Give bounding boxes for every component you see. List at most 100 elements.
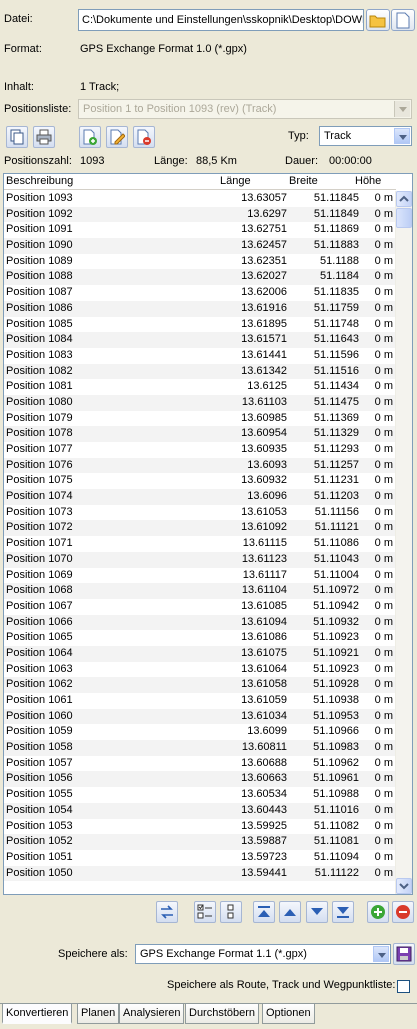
scroll-thumb[interactable] [396, 208, 412, 228]
column-header-latitude[interactable]: Breite [289, 175, 318, 187]
table-row[interactable]: Position 1068 13.61104 51.10972 0 m [4, 583, 396, 599]
positions-table[interactable]: Beschreibung Länge Breite Höhe Position … [3, 173, 413, 895]
scroll-up-button[interactable] [396, 191, 412, 207]
move-bottom-button[interactable] [332, 901, 354, 923]
vertical-scrollbar[interactable] [395, 191, 412, 894]
file-path-input[interactable]: C:\Dokumente und Einstellungen\sskopnik\… [78, 9, 364, 31]
table-row[interactable]: Position 1073 13.61053 51.11156 0 m [4, 505, 396, 521]
table-row[interactable]: Position 1056 13.60663 51.10961 0 m [4, 771, 396, 788]
table-row[interactable]: Position 1065 13.61086 51.10923 0 m [4, 630, 396, 646]
copy-button[interactable] [6, 126, 28, 148]
table-row[interactable]: Position 1075 13.60932 51.11231 0 m [4, 473, 396, 489]
table-row[interactable]: Position 1072 13.61092 51.11121 0 m [4, 520, 396, 537]
cell-latitude: 51.11203 [313, 490, 359, 503]
edit-position-button[interactable] [106, 126, 128, 148]
table-row[interactable]: Position 1059 13.6099 51.10966 0 m [4, 724, 396, 740]
save-option-checkbox[interactable] [397, 980, 410, 993]
table-row[interactable]: Position 1083 13.61441 51.11596 0 m [4, 348, 396, 364]
table-row[interactable]: Position 1069 13.61117 51.11004 0 m [4, 568, 396, 584]
column-header-longitude[interactable]: Länge [220, 175, 251, 187]
table-row[interactable]: Position 1086 13.61916 51.11759 0 m [4, 300, 396, 317]
print-button[interactable] [33, 126, 55, 148]
cell-altitude: 0 m [374, 505, 393, 518]
tab-optionen[interactable]: Optionen [262, 1004, 315, 1024]
count-label: Positionszahl: [4, 155, 72, 167]
table-row[interactable]: Position 1093 13.63057 51.11845 0 m [4, 191, 396, 207]
table-row[interactable]: Position 1064 13.61075 51.10921 0 m [4, 645, 396, 662]
table-row[interactable]: Position 1061 13.61059 51.10938 0 m [4, 693, 396, 709]
table-row[interactable]: Position 1063 13.61064 51.10923 0 m [4, 662, 396, 678]
positionlist-select[interactable]: Position 1 to Position 1093 (rev) (Track… [78, 99, 412, 119]
cell-longitude: 13.61441 [241, 348, 287, 361]
type-select[interactable]: Track [319, 126, 412, 146]
cell-latitude: 51.11257 [313, 458, 359, 471]
open-folder-button[interactable] [366, 9, 390, 31]
table-row[interactable]: Position 1079 13.60985 51.11369 0 m [4, 411, 396, 427]
table-row[interactable]: Position 1071 13.61115 51.11086 0 m [4, 536, 396, 552]
column-header-description[interactable]: Beschreibung [6, 175, 73, 187]
select-all-button[interactable] [194, 901, 216, 923]
tab-konvertieren[interactable]: Konvertieren [2, 1004, 73, 1024]
remove-button[interactable] [392, 901, 414, 923]
table-row[interactable]: Position 1085 13.61895 51.11748 0 m [4, 317, 396, 333]
table-row[interactable]: Position 1066 13.61094 51.10932 0 m [4, 614, 396, 631]
cell-longitude: 13.61916 [241, 301, 287, 314]
tab-durchstoebern[interactable]: Durchstöbern [185, 1004, 260, 1024]
cell-description: Position 1064 [6, 646, 73, 659]
cell-description: Position 1086 [6, 301, 73, 314]
deselect-all-button[interactable] [220, 901, 242, 923]
table-row[interactable]: Position 1084 13.61571 51.11643 0 m [4, 332, 396, 348]
table-row[interactable]: Position 1090 13.62457 51.11883 0 m [4, 238, 396, 254]
cell-description: Position 1088 [6, 270, 73, 283]
cell-latitude: 51.10962 [313, 756, 359, 769]
move-down-button[interactable] [306, 901, 328, 923]
cell-latitude: 51.10988 [313, 788, 359, 801]
cell-latitude: 51.11516 [313, 364, 359, 377]
cell-altitude: 0 m [374, 615, 393, 628]
cell-altitude: 0 m [374, 584, 393, 597]
cell-latitude: 51.1188 [320, 254, 359, 267]
new-file-button[interactable] [391, 9, 415, 31]
table-row[interactable]: Position 1053 13.59925 51.11082 0 m [4, 819, 396, 835]
cell-description: Position 1061 [6, 694, 73, 706]
table-row[interactable]: Position 1074 13.6096 51.11203 0 m [4, 489, 396, 505]
save-button[interactable] [393, 943, 415, 965]
delete-position-button[interactable] [133, 126, 155, 148]
table-row[interactable]: Position 1067 13.61085 51.10942 0 m [4, 599, 396, 615]
scroll-down-button[interactable] [396, 878, 412, 894]
table-row[interactable]: Position 1082 13.61342 51.11516 0 m [4, 363, 396, 380]
table-row[interactable]: Position 1077 13.60935 51.11293 0 m [4, 442, 396, 458]
table-row[interactable]: Position 1080 13.61103 51.11475 0 m [4, 394, 396, 411]
cell-latitude: 51.1184 [320, 270, 359, 283]
table-row[interactable]: Position 1050 13.59441 51.11122 0 m [4, 865, 396, 882]
move-up-button[interactable] [279, 901, 301, 923]
table-row[interactable]: Position 1057 13.60688 51.10962 0 m [4, 756, 396, 772]
save-as-label: Speichere als: [58, 948, 128, 960]
table-row[interactable]: Position 1052 13.59887 51.11081 0 m [4, 834, 396, 850]
table-row[interactable]: Position 1092 13.6297 51.11849 0 m [4, 206, 396, 223]
table-row[interactable]: Position 1055 13.60534 51.10988 0 m [4, 787, 396, 803]
table-row[interactable]: Position 1054 13.60443 51.11016 0 m [4, 802, 396, 819]
add-button[interactable] [367, 901, 389, 923]
table-row[interactable]: Position 1088 13.62027 51.1184 0 m [4, 269, 396, 286]
save-format-select[interactable]: GPS Exchange Format 1.1 (*.gpx) [135, 944, 391, 964]
move-top-button[interactable] [253, 901, 275, 923]
add-position-button[interactable] [79, 126, 101, 148]
table-row[interactable]: Position 1089 13.62351 51.1188 0 m [4, 254, 396, 270]
table-row[interactable]: Position 1060 13.61034 51.10953 0 m [4, 708, 396, 725]
tab-planen[interactable]: Planen [77, 1004, 120, 1024]
file-label: Datei: [4, 13, 33, 25]
reverse-button[interactable] [156, 901, 178, 923]
table-row[interactable]: Position 1078 13.60954 51.11329 0 m [4, 426, 396, 442]
table-row[interactable]: Position 1087 13.62006 51.11835 0 m [4, 285, 396, 301]
tab-analysieren[interactable]: Analysieren [119, 1004, 185, 1024]
column-header-altitude[interactable]: Höhe [355, 175, 381, 187]
table-row[interactable]: Position 1076 13.6093 51.11257 0 m [4, 457, 396, 474]
table-row[interactable]: Position 1081 13.6125 51.11434 0 m [4, 379, 396, 395]
table-row[interactable]: Position 1058 13.60811 51.10983 0 m [4, 740, 396, 756]
table-row[interactable]: Position 1070 13.61123 51.11043 0 m [4, 551, 396, 568]
printer-icon [36, 129, 52, 145]
table-row[interactable]: Position 1062 13.61058 51.10928 0 m [4, 677, 396, 693]
table-row[interactable]: Position 1091 13.62751 51.11869 0 m [4, 222, 396, 238]
table-row[interactable]: Position 1051 13.59723 51.11094 0 m [4, 850, 396, 866]
